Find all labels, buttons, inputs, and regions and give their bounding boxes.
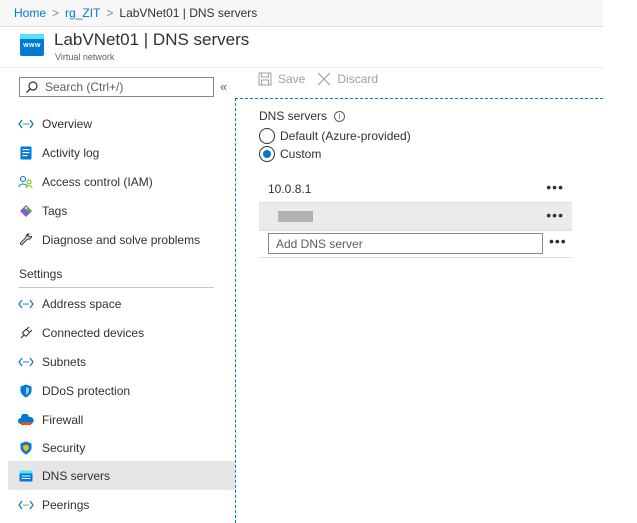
sidebar-item-access-control[interactable]: Access control (IAM) bbox=[8, 167, 235, 196]
breadcrumb: Home > rg_ZIT > LabVNet01 | DNS servers bbox=[0, 0, 603, 27]
sidebar-item-label: Peerings bbox=[42, 497, 90, 512]
sidebar-item-peerings[interactable]: Peerings bbox=[8, 490, 235, 519]
sidebar-item-ddos-protection[interactable]: DDoS protection bbox=[8, 376, 235, 405]
virtual-network-icon-text: www bbox=[23, 42, 41, 49]
sidebar-item-activity-log[interactable]: Activity log bbox=[8, 138, 235, 167]
sidebar-item-label: Tags bbox=[42, 203, 68, 218]
dns-server-row: 10.0.8.1 ••• bbox=[259, 175, 572, 203]
page-title: LabVNet01 | DNS servers bbox=[54, 30, 250, 49]
sidebar: Search (Ctrl+/) « Overview Activity log … bbox=[0, 68, 235, 523]
peerings-icon bbox=[18, 497, 34, 513]
sidebar-item-overview[interactable]: Overview bbox=[8, 109, 235, 138]
breadcrumb-resource-group-link[interactable]: rg_ZIT bbox=[65, 6, 100, 20]
search-placeholder: Search (Ctrl+/) bbox=[45, 80, 124, 94]
page-header: www LabVNet01 | DNS servers Virtual netw… bbox=[0, 27, 603, 67]
search-icon bbox=[26, 81, 38, 93]
save-button-label: Save bbox=[278, 72, 306, 86]
sidebar-item-dns-servers[interactable]: DNS servers bbox=[8, 461, 235, 490]
sidebar-item-connected-devices[interactable]: Connected devices bbox=[8, 318, 235, 347]
dns-servers-label-text: DNS servers bbox=[259, 109, 328, 123]
sidebar-item-security[interactable]: Security bbox=[8, 433, 235, 462]
dns-icon bbox=[18, 468, 34, 484]
dns-server-row: ••• bbox=[259, 203, 572, 231]
save-button[interactable]: Save bbox=[258, 72, 305, 86]
address-space-icon bbox=[18, 296, 34, 312]
info-icon[interactable]: i bbox=[334, 110, 346, 122]
command-bar: Save Discard bbox=[258, 72, 390, 86]
radio-label: Custom bbox=[280, 147, 322, 161]
collapse-sidebar-button[interactable]: « bbox=[220, 79, 227, 94]
shield-icon bbox=[18, 383, 34, 399]
subnets-icon bbox=[18, 354, 34, 370]
virtual-network-icon: www bbox=[20, 34, 44, 56]
sidebar-item-label: DNS servers bbox=[42, 468, 111, 483]
sidebar-item-label: Security bbox=[42, 440, 86, 455]
radio-label: Default (Azure-provided) bbox=[280, 129, 411, 143]
sidebar-item-label: Connected devices bbox=[42, 325, 145, 340]
radio-button-checked[interactable] bbox=[259, 146, 275, 162]
radio-button[interactable] bbox=[259, 128, 275, 144]
sidebar-item-tags[interactable]: Tags bbox=[8, 196, 235, 225]
sidebar-item-diagnose[interactable]: Diagnose and solve problems bbox=[8, 225, 235, 254]
sidebar-item-label: Access control (IAM) bbox=[42, 174, 153, 189]
row-divider bbox=[259, 257, 572, 258]
sidebar-item-label: Subnets bbox=[42, 354, 87, 369]
sidebar-item-label: Address space bbox=[42, 296, 122, 311]
add-dns-server-input[interactable] bbox=[268, 233, 543, 254]
dns-servers-label: DNS servers i bbox=[259, 109, 346, 123]
radio-custom[interactable]: Custom bbox=[259, 146, 321, 162]
breadcrumb-separator: > bbox=[106, 6, 114, 20]
dns-server-value: 10.0.8.1 bbox=[268, 181, 312, 196]
breadcrumb-home-link[interactable]: Home bbox=[14, 6, 46, 20]
sidebar-item-label: Firewall bbox=[42, 412, 84, 427]
page-subtitle: Virtual network bbox=[55, 52, 115, 62]
tag-icon bbox=[18, 203, 34, 219]
discard-button[interactable]: Discard bbox=[317, 72, 378, 86]
redacted-value bbox=[278, 211, 313, 222]
plug-icon bbox=[18, 325, 34, 341]
breadcrumb-current: LabVNet01 | DNS servers bbox=[119, 6, 258, 20]
sidebar-item-label: Diagnose and solve problems bbox=[42, 232, 201, 247]
sidebar-item-label: Activity log bbox=[42, 145, 100, 160]
more-options-button[interactable]: ••• bbox=[546, 208, 564, 222]
save-icon bbox=[258, 72, 272, 86]
activity-log-icon bbox=[18, 145, 34, 161]
settings-divider bbox=[19, 287, 214, 288]
more-options-button[interactable]: ••• bbox=[549, 234, 567, 248]
breadcrumb-separator: > bbox=[52, 6, 60, 20]
radio-default-azure[interactable]: Default (Azure-provided) bbox=[259, 128, 411, 144]
sidebar-item-address-space[interactable]: Address space bbox=[8, 289, 235, 318]
search-box[interactable]: Search (Ctrl+/) bbox=[19, 77, 214, 97]
more-options-button[interactable]: ••• bbox=[546, 180, 564, 194]
overview-icon bbox=[18, 116, 34, 132]
sidebar-item-subnets[interactable]: Subnets bbox=[8, 347, 235, 376]
sidebar-item-firewall[interactable]: Firewall bbox=[8, 405, 235, 434]
security-shield-icon bbox=[18, 440, 34, 456]
iam-icon bbox=[18, 174, 34, 190]
settings-section-heading: Settings bbox=[19, 267, 63, 281]
discard-button-label: Discard bbox=[337, 72, 379, 86]
wrench-icon bbox=[18, 232, 34, 248]
firewall-icon bbox=[18, 412, 34, 428]
sidebar-item-label: Overview bbox=[42, 116, 93, 131]
discard-icon bbox=[317, 72, 331, 86]
sidebar-item-label: DDoS protection bbox=[42, 383, 131, 398]
